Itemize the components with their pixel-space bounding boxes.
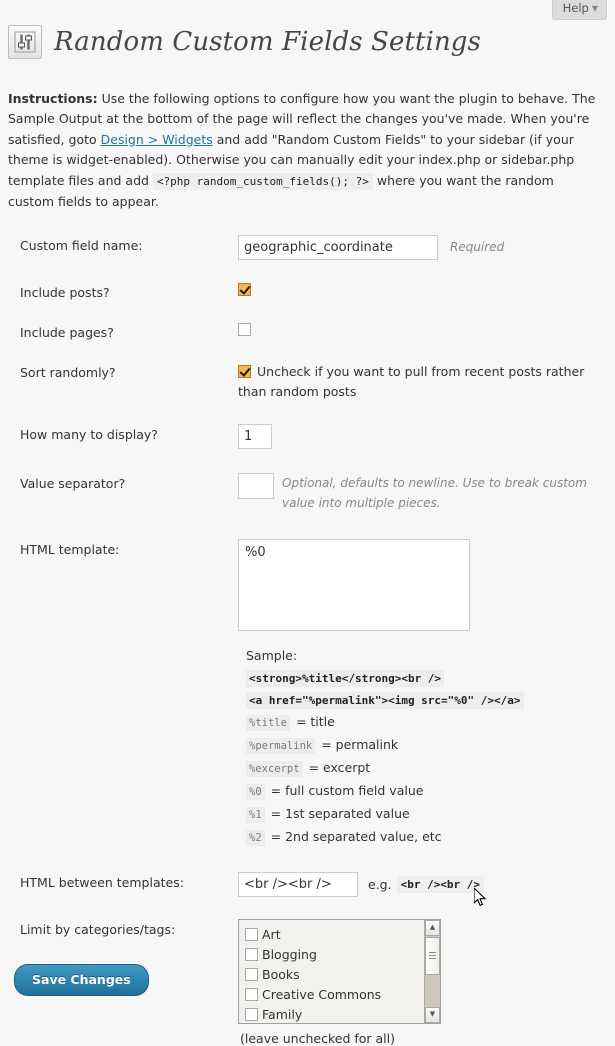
- custom-field-name-input[interactable]: [238, 234, 438, 260]
- scrollbar-grip-icon: [429, 950, 436, 961]
- category-label: Books: [262, 966, 300, 982]
- token-desc: = title: [295, 713, 335, 729]
- row-custom-field-name: Custom field name: Required: [20, 234, 615, 260]
- design-widgets-link[interactable]: Design > Widgets: [101, 132, 213, 147]
- scroll-up-icon[interactable]: ▲: [425, 919, 440, 936]
- list-item[interactable]: Books: [245, 965, 440, 985]
- token-code: %permalink: [246, 737, 316, 754]
- row-include-pages: Include pages?: [20, 322, 615, 340]
- page-title: Random Custom Fields Settings: [54, 27, 481, 58]
- category-checkbox[interactable]: [245, 947, 258, 961]
- label-sort-randomly: Sort randomly?: [20, 364, 116, 380]
- label-include-posts: Include posts?: [20, 284, 110, 300]
- category-label: Art: [262, 926, 281, 942]
- row-html-between: HTML between templates: e.g. <br /><br /…: [20, 871, 615, 897]
- category-checkbox[interactable]: [245, 1007, 258, 1021]
- token-desc: = 1st separated value: [270, 805, 410, 821]
- sliders-icon: [8, 25, 42, 60]
- settings-form: Custom field name: Required Include post…: [0, 234, 615, 1046]
- label-html-between: HTML between templates:: [20, 874, 184, 890]
- token-code: %1: [246, 806, 265, 823]
- sort-randomly-checkbox[interactable]: [238, 364, 251, 378]
- help-tab[interactable]: Help ▼: [551, 0, 607, 20]
- category-checkbox[interactable]: [245, 987, 258, 1001]
- token-code: %title: [246, 714, 290, 731]
- list-item[interactable]: Creative Commons: [245, 985, 440, 1005]
- categories-listbox[interactable]: Art Blogging Books Creative Commons Fami…: [238, 918, 441, 1024]
- token-code: %0: [246, 783, 265, 800]
- include-posts-checkbox[interactable]: [238, 282, 251, 296]
- save-changes-button[interactable]: Save Changes: [14, 964, 149, 996]
- category-checkbox[interactable]: [245, 927, 258, 941]
- list-item[interactable]: Family: [245, 1005, 440, 1023]
- token-desc: = full custom field value: [270, 782, 424, 798]
- row-how-many: How many to display?: [20, 423, 615, 449]
- php-snippet-code: <?php random_custom_fields(); ?>: [152, 172, 373, 190]
- label-limit-categories: Limit by categories/tags:: [20, 921, 176, 937]
- token-code: %excerpt: [246, 760, 303, 777]
- row-value-separator: Value separator? Optional, defaults to n…: [20, 472, 615, 513]
- instructions-lead: Instructions:: [8, 90, 98, 106]
- token-desc: = permalink: [321, 736, 399, 752]
- sample-example-line: <strong>%title</strong><br />: [246, 669, 615, 687]
- instructions-paragraph: Instructions: Use the following options …: [8, 89, 603, 213]
- sample-title: Sample:: [246, 647, 298, 663]
- value-separator-hint: Optional, defaults to newline. Use to br…: [282, 475, 587, 510]
- chevron-down-icon: ▼: [591, 4, 598, 13]
- scroll-down-icon[interactable]: ▼: [425, 1006, 440, 1023]
- scrollbar-thumb[interactable]: [425, 936, 440, 975]
- token-desc: = 2nd separated value, etc: [270, 828, 442, 844]
- list-item[interactable]: Blogging: [245, 945, 440, 965]
- custom-field-name-required-hint: Required: [449, 239, 505, 254]
- save-button-wrapper: Save Changes: [14, 964, 149, 996]
- sample-block: Sample: <strong>%title</strong><br /> <a…: [246, 648, 615, 846]
- sample-token-line: %permalink = permalink: [246, 737, 615, 754]
- row-sort-randomly: Sort randomly? Uncheck if you want to pu…: [20, 362, 615, 402]
- category-label: Family: [262, 1006, 303, 1022]
- token-code: %2: [246, 829, 265, 846]
- categories-list: Art Blogging Books Creative Commons Fami…: [239, 920, 440, 1023]
- html-between-input[interactable]: [238, 871, 358, 897]
- label-how-many: How many to display?: [20, 426, 158, 442]
- sample-token-line: %excerpt = excerpt: [246, 760, 615, 777]
- help-tab-label: Help: [562, 1, 589, 15]
- sample-example-code: <a href="%permalink"><img src="%0" /></a…: [246, 691, 524, 709]
- value-separator-input[interactable]: [238, 472, 274, 499]
- list-item[interactable]: Art: [245, 925, 440, 945]
- sample-example-line: <a href="%permalink"><img src="%0" /></a…: [246, 691, 615, 709]
- row-include-posts: Include posts?: [20, 282, 615, 300]
- token-desc: = excerpt: [308, 759, 371, 775]
- row-html-template: HTML template: %0 Sample: <strong>%title…: [20, 538, 615, 852]
- sample-example-code: <strong>%title</strong><br />: [246, 669, 445, 687]
- html-template-textarea[interactable]: %0: [238, 538, 470, 631]
- sample-token-line: %1 = 1st separated value: [246, 806, 615, 823]
- sample-token-line: %title = title: [246, 714, 615, 731]
- html-between-eg-code: <br /><br />: [396, 875, 485, 893]
- label-include-pages: Include pages?: [20, 324, 114, 340]
- categories-scrollbar[interactable]: ▲ ▼: [424, 919, 440, 1023]
- html-between-eg-label: e.g.: [368, 876, 392, 892]
- include-pages-checkbox[interactable]: [238, 322, 251, 336]
- label-html-template: HTML template:: [20, 541, 120, 557]
- label-value-separator: Value separator?: [20, 475, 126, 491]
- sample-token-line: %2 = 2nd separated value, etc: [246, 829, 615, 846]
- sample-token-line: %0 = full custom field value: [246, 783, 615, 800]
- sort-randomly-note: Uncheck if you want to pull from recent …: [238, 363, 585, 399]
- label-custom-field-name: Custom field name:: [20, 237, 143, 253]
- categories-footnote: (leave unchecked for all): [240, 1030, 395, 1046]
- how-many-input[interactable]: [238, 423, 272, 449]
- page-header: Random Custom Fields Settings: [0, 0, 615, 75]
- category-checkbox[interactable]: [245, 967, 258, 981]
- category-label: Creative Commons: [262, 986, 382, 1002]
- category-label: Blogging: [262, 946, 317, 962]
